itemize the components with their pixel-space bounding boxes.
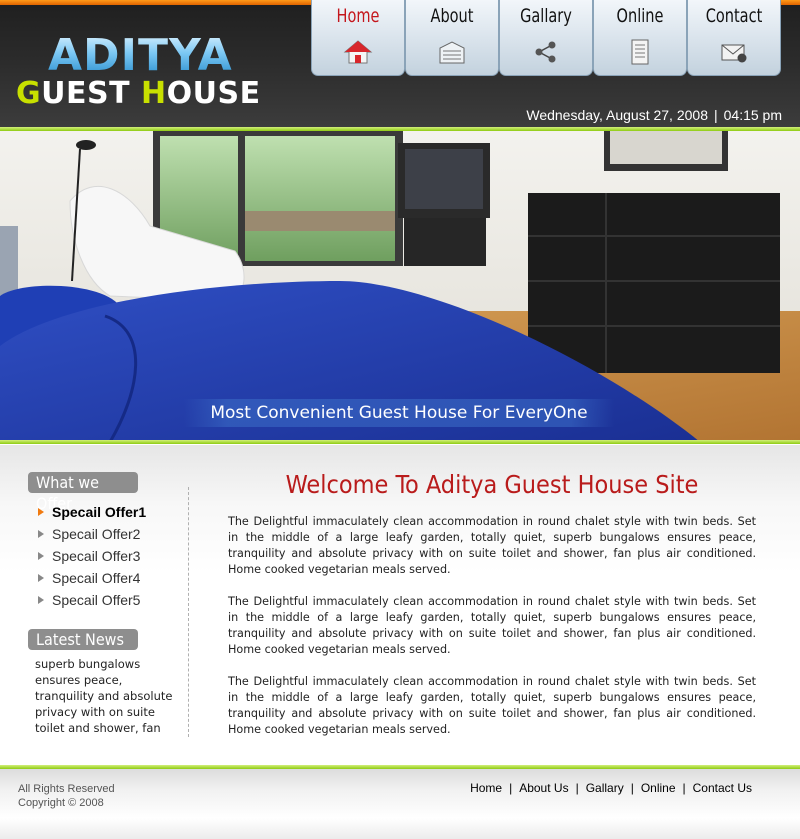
nav-home[interactable]: Home (311, 0, 405, 76)
main-nav: Home About Gallary Online Contact (311, 0, 781, 76)
footer-separator: | (630, 781, 634, 795)
header-date: Wednesday, August 27, 2008 (526, 107, 708, 123)
footer-link-contact[interactable]: Contact Us (693, 781, 752, 795)
arrow-bullet-icon (38, 574, 44, 582)
share-icon (535, 41, 556, 63)
footer-link-gallary[interactable]: Gallary (586, 781, 624, 795)
bedroom-image (0, 131, 800, 442)
site-footer (0, 769, 800, 839)
offers-list: Specail Offer1 Specail Offer2 Specail Of… (38, 501, 146, 611)
offer-label: Specail Offer3 (52, 548, 141, 564)
arrow-bullet-icon (38, 530, 44, 538)
nav-online[interactable]: Online (593, 0, 687, 76)
sidebar-divider (188, 487, 189, 737)
footer-link-about[interactable]: About Us (519, 781, 568, 795)
arrow-bullet-icon (38, 596, 44, 604)
intro-paragraph-3: The Delightful immaculately clean accomm… (228, 675, 756, 736)
footer-copyright-block: All Rights Reserved Copyright © 2008 (18, 782, 115, 810)
offer-label: Specail Offer5 (52, 592, 141, 608)
nav-home-label: Home (336, 5, 380, 27)
footer-copyright: Copyright © 2008 (18, 797, 104, 809)
footer-separator: | (509, 781, 513, 795)
footer-link-home[interactable]: Home (470, 781, 502, 795)
footer-nav: Home | About Us | Gallary | Online | Contact Us (470, 781, 752, 795)
offer-label: Specail Offer1 (52, 504, 147, 520)
offer-item-4[interactable]: Specail Offer4 (38, 567, 146, 589)
news-text: superb bungalows ensures peace, tranquil… (35, 657, 173, 735)
news-title: Latest News (28, 629, 138, 650)
header-time: 04:15 pm (723, 107, 782, 123)
nav-contact-label: Contact (705, 5, 763, 27)
offer-item-2[interactable]: Specail Offer2 (38, 523, 146, 545)
nav-about-label: About (430, 5, 474, 27)
footer-separator: | (682, 781, 686, 795)
offer-item-5[interactable]: Specail Offer5 (38, 589, 146, 611)
hero-green-line (0, 440, 800, 444)
offer-item-1[interactable]: Specail Offer1 (38, 501, 146, 523)
welcome-title: Welcome To Aditya Guest House Site (285, 470, 699, 499)
nav-about[interactable]: About (405, 0, 499, 76)
document-icon (631, 39, 649, 65)
building-icon (439, 41, 465, 64)
offer-item-3[interactable]: Specail Offer3 (38, 545, 146, 567)
hero-banner (0, 131, 800, 442)
nav-gallary[interactable]: Gallary (499, 0, 593, 76)
offers-title: What we Offer (28, 472, 138, 513)
footer-rights: All Rights Reserved (18, 783, 115, 795)
offer-label: Specail Offer2 (52, 526, 141, 542)
logo-line-1: ADITYA (48, 30, 233, 81)
footer-link-online[interactable]: Online (641, 781, 676, 795)
offer-label: Specail Offer4 (52, 570, 141, 586)
intro-paragraph-1: The Delightful immaculately clean accomm… (228, 515, 756, 576)
mail-icon (721, 44, 747, 63)
nav-gallary-label: Gallary (520, 5, 572, 27)
site-header: ADITYA GUEST HOUSE Home About Gallary On… (0, 0, 800, 131)
nav-contact[interactable]: Contact (687, 0, 781, 76)
header-datetime: Wednesday, August 27, 2008 | 04:15 pm (526, 107, 782, 123)
footer-separator: | (575, 781, 579, 795)
home-icon (343, 40, 373, 64)
intro-paragraph-2: The Delightful immaculately clean accomm… (228, 595, 756, 656)
arrow-bullet-icon (38, 508, 44, 516)
arrow-bullet-icon (38, 552, 44, 560)
site-logo[interactable]: ADITYA GUEST HOUSE (16, 30, 266, 111)
hero-caption: Most Convenient Guest House For EveryOne (184, 399, 614, 427)
logo-line-2: GUEST HOUSE (16, 76, 261, 111)
datetime-separator: | (713, 107, 718, 123)
nav-online-label: Online (616, 5, 664, 27)
